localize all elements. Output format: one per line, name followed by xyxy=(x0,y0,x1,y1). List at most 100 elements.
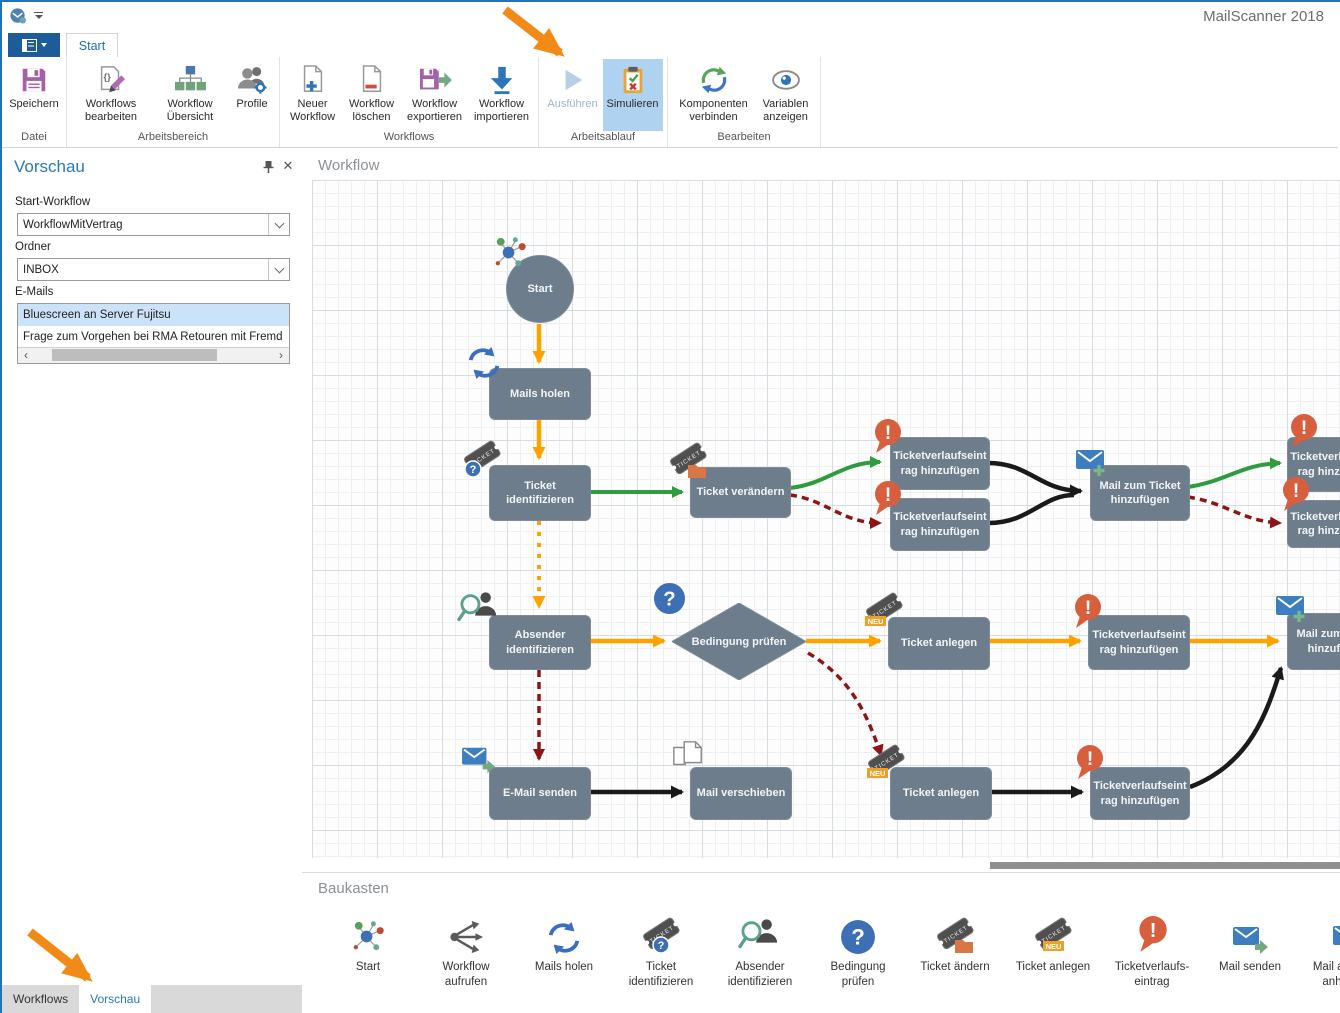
application-window: MailScanner 2018 Start Speichern Datei xyxy=(0,0,1340,1013)
window-border-left xyxy=(0,0,2,1013)
tab-workflows[interactable]: Workflows xyxy=(2,985,79,1013)
scrollbar-thumb[interactable] xyxy=(52,349,217,361)
question-circle-icon: ? xyxy=(840,913,876,955)
node-mail-verschieben[interactable]: Mail verschieben xyxy=(690,767,792,820)
vorschau-panel: Vorschau ✕ Start-Workflow WorkflowMitVer… xyxy=(2,150,303,985)
simulate-icon xyxy=(618,62,648,98)
toolbox-item-start[interactable]: Start xyxy=(320,913,416,975)
app-logo-icon xyxy=(9,7,28,26)
node-ticketverlaufseintrag-2[interactable]: Ticketverlaufseint rag hinzufügen xyxy=(890,498,990,551)
toolbox-item-mail-anhaengen[interactable]: Mail an Ticketanhängen xyxy=(1300,913,1340,990)
quick-access-caret-icon[interactable] xyxy=(34,12,44,22)
pin-icon[interactable] xyxy=(262,160,275,174)
svg-text:!: ! xyxy=(1150,920,1157,942)
ribbon-group-label: Bearbeiten xyxy=(670,131,818,147)
node-mail-zum-ticket[interactable]: Mail zum Ticket hinzufügen xyxy=(1090,465,1190,521)
emails-listbox: Bluescreen an Server Fujitsu Frage zum V… xyxy=(17,303,290,364)
search-person-icon xyxy=(738,913,782,955)
workflow-exportieren-button[interactable]: Workflow exportieren xyxy=(402,59,468,131)
canvas-header: Workflow xyxy=(318,157,379,174)
workflow-loeschen-button[interactable]: Workflow löschen xyxy=(343,59,401,131)
node-bedingung-pruefen[interactable]: Bedingung prüfen xyxy=(672,603,806,680)
profile-button[interactable]: Profile xyxy=(229,59,275,131)
toolbox-item-ticketverlaufseintrag[interactable]: ! Ticketverlaufs-eintrag xyxy=(1104,913,1200,990)
ribbon-group-datei: Speichern Datei xyxy=(2,57,67,147)
ribbon-group-label: Workflows xyxy=(282,131,536,147)
node-ticketverlaufseintrag-right-2[interactable]: Ticketverlaufseint rag hinzufügen xyxy=(1287,500,1340,548)
node-ticket-anlegen-2[interactable]: Ticket anlegen xyxy=(890,767,992,820)
emails-label: E-Mails xyxy=(15,286,53,298)
workflow-uebersicht-button[interactable]: Workflow Übersicht xyxy=(152,59,228,131)
ticket-question-icon: TICKET? xyxy=(639,913,683,955)
node-ticket-veraendern[interactable]: Ticket verändern xyxy=(690,467,791,518)
app-menu-button[interactable] xyxy=(8,33,60,57)
ordner-select[interactable]: INBOX xyxy=(17,258,290,281)
node-absender-identifizieren[interactable]: Absender identifizieren xyxy=(489,615,591,670)
node-ticketverlaufseintrag-right-1[interactable]: Ticketverlaufseint rag hinzufügen xyxy=(1287,437,1340,492)
chevron-down-icon xyxy=(274,218,284,228)
svg-text:?: ? xyxy=(851,924,865,949)
ticket-edit-icon: TICKET xyxy=(933,913,977,955)
baukasten-panel: Baukasten Start Workflowaufrufen Mails h… xyxy=(302,872,1340,1013)
node-ticketverlaufseintrag-1[interactable]: Ticketverlaufseint rag hinzufügen xyxy=(890,437,990,490)
save-icon xyxy=(19,62,49,98)
show-variables-icon xyxy=(770,62,802,98)
ribbon-group-label: Arbeitsbereich xyxy=(69,131,277,147)
speichern-button[interactable]: Speichern xyxy=(5,59,63,131)
ribbon-group-bearbeiten: Komponenten verbinden Variablen anzeigen… xyxy=(668,57,821,147)
exclamation-bubble-icon: ! xyxy=(1134,913,1170,955)
ticket-new-icon: TICKETNEU xyxy=(1031,913,1075,955)
toolbox-item-workflow-aufrufen[interactable]: Workflowaufrufen xyxy=(418,913,514,990)
simulieren-button[interactable]: Simulieren xyxy=(603,59,663,131)
connect-components-icon xyxy=(697,62,731,98)
window-border-top xyxy=(0,0,1340,2)
tab-vorschau[interactable]: Vorschau xyxy=(79,985,151,1013)
ribbon-tab-row: Start xyxy=(0,33,1340,57)
toolbox-item-ticket-anlegen[interactable]: TICKETNEU Ticket anlegen xyxy=(1005,913,1101,975)
svg-text:NEU: NEU xyxy=(1046,942,1062,951)
node-ticket-anlegen-1[interactable]: Ticket anlegen xyxy=(888,617,990,670)
variablen-anzeigen-button[interactable]: Variablen anzeigen xyxy=(756,59,816,131)
tab-start[interactable]: Start xyxy=(66,33,118,57)
edit-workflows-icon: {} xyxy=(95,62,127,98)
ribbon: Speichern Datei {} Workflows bearbeiten … xyxy=(2,57,1338,148)
dropdown-button[interactable] xyxy=(268,214,289,235)
horizontal-scrollbar[interactable]: ‹ › xyxy=(18,347,289,363)
start-workflow-select[interactable]: WorkflowMitVertrag xyxy=(17,213,290,236)
node-ticket-identifizieren[interactable]: Ticket identifizieren xyxy=(489,465,591,521)
close-icon[interactable]: ✕ xyxy=(281,158,295,174)
workflows-bearbeiten-button[interactable]: {} Workflows bearbeiten xyxy=(71,59,151,131)
neuer-workflow-button[interactable]: Neuer Workflow xyxy=(284,59,342,131)
panel-tab-strip: Workflows Vorschau xyxy=(2,985,302,1013)
toolbox-item-mails-holen[interactable]: Mails holen xyxy=(516,913,612,975)
scroll-left-icon[interactable]: ‹ xyxy=(18,349,34,362)
komponenten-verbinden-button[interactable]: Komponenten verbinden xyxy=(673,59,755,131)
ribbon-group-arbeitsbereich: {} Workflows bearbeiten Workflow Übersic… xyxy=(67,57,280,147)
title-bar: MailScanner 2018 xyxy=(0,0,1340,33)
svg-text:?: ? xyxy=(658,940,665,952)
canvas-horizontal-scrollbar[interactable] xyxy=(990,862,1340,869)
toolbox-item-ticket-aendern[interactable]: TICKET Ticket ändern xyxy=(907,913,1003,975)
node-mails-holen[interactable]: Mails holen xyxy=(489,368,591,420)
chevron-down-icon xyxy=(41,43,47,47)
toolbox-item-mail-senden[interactable]: Mail senden xyxy=(1202,913,1298,975)
dropdown-button[interactable] xyxy=(268,259,289,280)
toolbox-item-bedingung-pruefen[interactable]: ? Bedingungprüfen xyxy=(810,913,906,990)
delete-workflow-icon xyxy=(357,62,387,98)
node-mail-zum-ticket-2[interactable]: Mail zum Ticket hinzufügen xyxy=(1287,613,1340,670)
window-title: MailScanner 2018 xyxy=(1203,8,1324,25)
email-list-item[interactable]: Frage zum Vorgehen bei RMA Retouren mit … xyxy=(18,326,289,348)
node-email-senden[interactable]: E-Mail senden xyxy=(489,767,591,820)
chevron-down-icon xyxy=(274,263,284,273)
toolbox-item-absender-identifizieren[interactable]: Absenderidentifizieren xyxy=(712,913,808,990)
ausfuehren-button[interactable]: Ausführen xyxy=(544,59,602,131)
ribbon-group-label: Datei xyxy=(4,131,64,147)
scroll-right-icon[interactable]: › xyxy=(273,349,289,362)
node-start[interactable]: Start xyxy=(506,255,574,323)
ribbon-group-workflows: Neuer Workflow Workflow löschen Workflow… xyxy=(280,57,539,147)
node-ticketverlaufseintrag-mid[interactable]: Ticketverlaufseint rag hinzufügen xyxy=(1088,615,1190,670)
email-list-item[interactable]: Bluescreen an Server Fujitsu xyxy=(18,304,289,326)
toolbox-item-ticket-identifizieren[interactable]: TICKET? Ticketidentifizieren xyxy=(613,913,709,990)
node-ticketverlaufseintrag-bottom[interactable]: Ticketverlaufseint rag hinzufügen xyxy=(1090,767,1190,820)
workflow-importieren-button[interactable]: Workflow importieren xyxy=(469,59,535,131)
